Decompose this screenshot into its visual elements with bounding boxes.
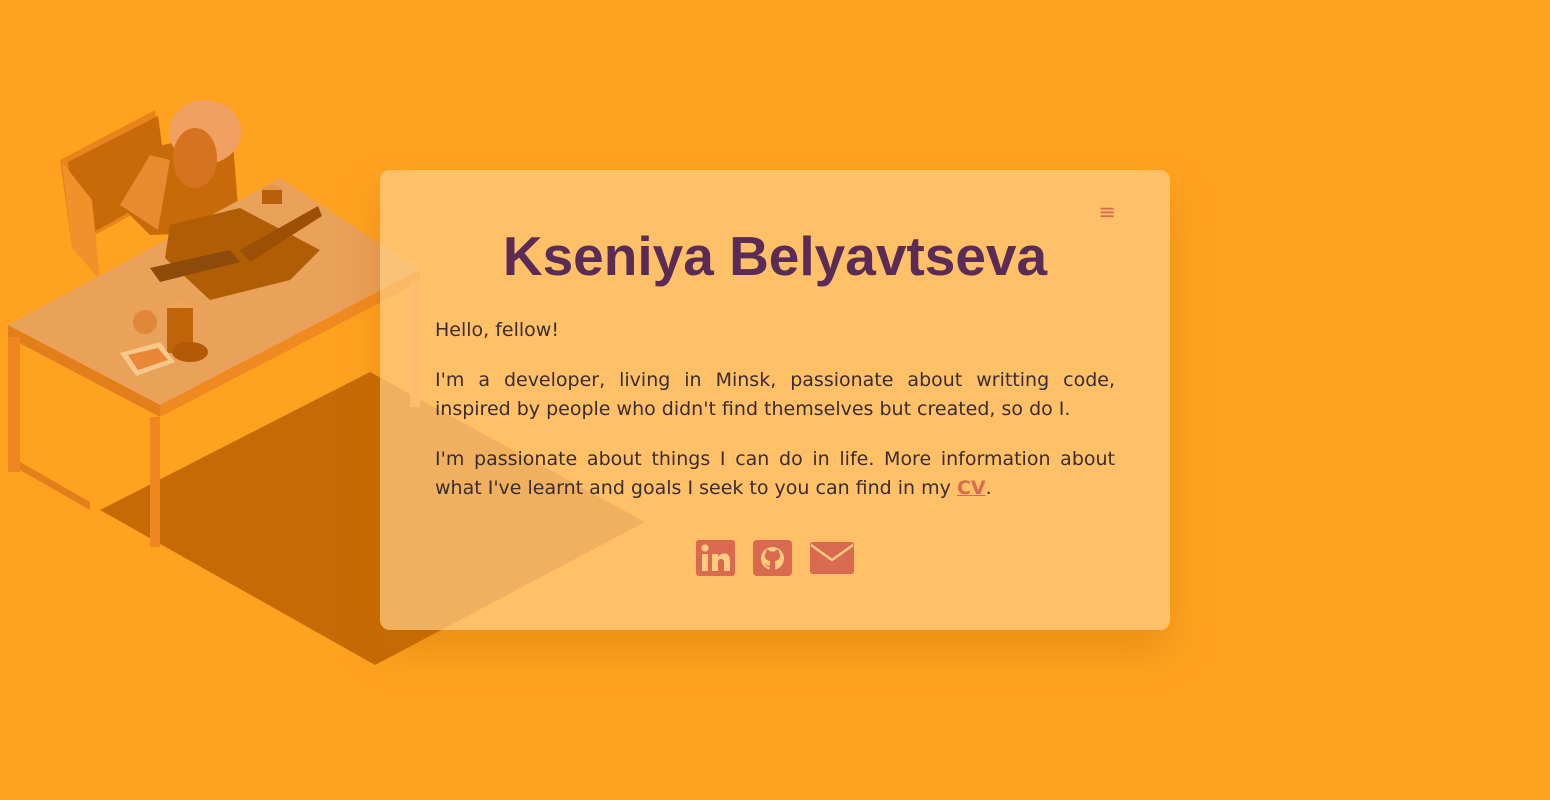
greeting-text: Hello, fellow! <box>435 319 559 341</box>
github-icon[interactable] <box>753 540 792 580</box>
more-info-text: I'm passionate about things I can do in … <box>435 445 1115 503</box>
more-info-text-end: . <box>985 477 992 499</box>
bio-text: I'm a developer, living in Minsk, passio… <box>435 369 1115 420</box>
linkedin-icon[interactable] <box>696 540 735 580</box>
page-title: Kseniya Belyavtseva <box>502 225 1048 287</box>
page: ≡ Kseniya Belyavtseva Hello, fellow! I'm… <box>0 0 1550 800</box>
cv-link[interactable]: CV <box>957 477 986 499</box>
more-info-text-start: I'm passionate about things I can do in … <box>435 448 1115 499</box>
social-links <box>380 540 1170 580</box>
profile-card: ≡ Kseniya Belyavtseva Hello, fellow! I'm… <box>380 170 1170 630</box>
hamburger-menu-icon[interactable]: ≡ <box>1096 200 1118 224</box>
envelope-icon[interactable] <box>810 540 854 580</box>
